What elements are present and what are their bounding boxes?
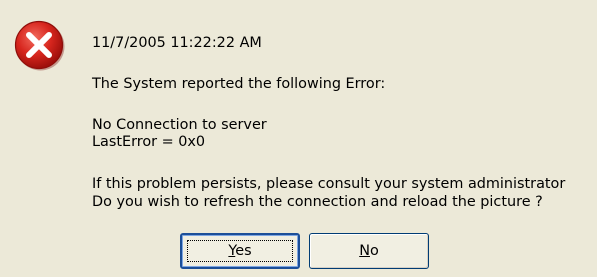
error-detail-line-2: LastError = 0x0	[92, 134, 206, 150]
timestamp-text: 11/7/2005 11:22:22 AM	[92, 35, 262, 51]
question-text: Do you wish to refresh the connection an…	[92, 194, 543, 210]
yes-button[interactable]: Yes	[180, 233, 300, 269]
error-detail-line-1: No Connection to server	[92, 117, 267, 133]
advice-text: If this problem persists, please consult…	[92, 176, 566, 192]
error-dialog: 11/7/2005 11:22:22 AM The System reporte…	[0, 0, 597, 277]
error-intro-text: The System reported the following Error:	[92, 76, 386, 92]
no-label-rest: o	[369, 243, 379, 259]
no-button-label: No	[359, 243, 379, 259]
error-icon	[13, 19, 65, 71]
yes-button-label: Yes	[228, 243, 251, 259]
yes-label-rest: es	[235, 243, 252, 259]
no-button[interactable]: No	[309, 233, 429, 269]
no-accelerator: N	[359, 243, 370, 259]
